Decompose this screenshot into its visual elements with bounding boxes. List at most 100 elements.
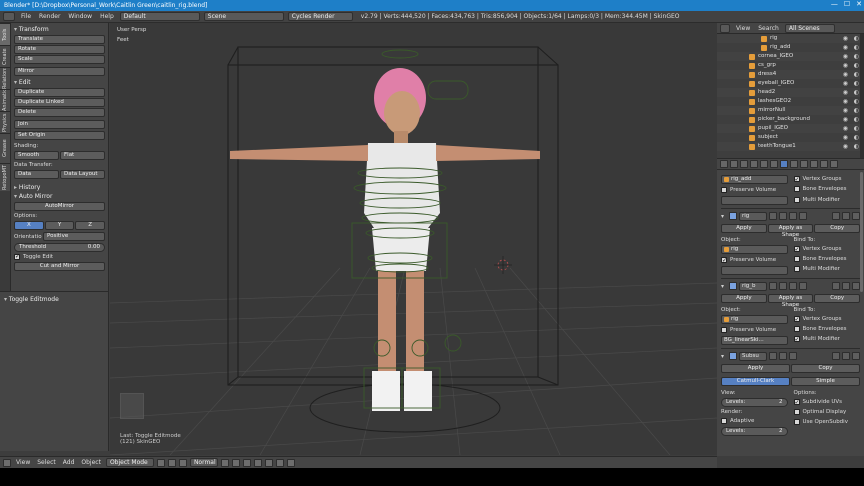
camera-icon[interactable]: ◐ xyxy=(854,43,859,52)
camera-icon[interactable]: ◐ xyxy=(854,97,859,106)
outliner-row[interactable]: rig_add ◉ ◐ xyxy=(717,43,864,52)
edit-mode-toggle-icon[interactable] xyxy=(769,212,777,220)
bone-envelopes-checkbox[interactable]: Bone Envelopes xyxy=(793,254,861,264)
simple-toggle[interactable]: Simple xyxy=(791,377,860,386)
pivot-icon[interactable] xyxy=(167,458,176,467)
edit-mode-toggle-icon[interactable] xyxy=(769,352,777,360)
modifiers-props-icon[interactable] xyxy=(780,160,788,168)
outliner-row[interactable]: mirrorNull ◉ ◐ xyxy=(717,106,864,115)
world-props-icon[interactable] xyxy=(750,160,758,168)
mode-selector[interactable]: Object Mode xyxy=(105,458,154,467)
outliner-scrollbar[interactable] xyxy=(860,34,864,158)
texture-props-icon[interactable] xyxy=(810,160,818,168)
subdivide-uvs-checkbox[interactable]: Subdivide UVs xyxy=(793,397,861,408)
3d-viewport[interactable]: User Persp Feet Last: Toggle Editmode (1… xyxy=(110,23,717,455)
join-button[interactable]: Join xyxy=(14,120,105,129)
axis-y-toggle[interactable]: Y xyxy=(44,221,75,230)
tab-create[interactable]: Create xyxy=(0,45,10,67)
levels-render-field[interactable]: Levels: 2 xyxy=(721,427,788,436)
remove-modifier-icon[interactable] xyxy=(852,282,860,290)
editor-type-icon[interactable] xyxy=(3,458,11,467)
eye-icon[interactable]: ◉ xyxy=(843,70,848,79)
camera-icon[interactable]: ◐ xyxy=(854,142,859,151)
move-down-icon[interactable] xyxy=(842,282,850,290)
collapse-icon[interactable]: ▾ xyxy=(721,213,727,220)
constraints-props-icon[interactable] xyxy=(770,160,778,168)
camera-icon[interactable]: ◐ xyxy=(854,34,859,43)
camera-icon[interactable]: ◐ xyxy=(854,124,859,133)
collapse-icon[interactable]: ▾ xyxy=(721,283,727,290)
copy-button[interactable]: Copy xyxy=(791,364,860,373)
snap-icon[interactable] xyxy=(264,458,273,467)
levels-view-field[interactable]: Levels: 2 xyxy=(721,398,788,407)
eye-icon[interactable]: ◉ xyxy=(843,79,848,88)
proportional-icon[interactable] xyxy=(275,458,284,467)
cage-toggle-icon[interactable] xyxy=(779,282,787,290)
physics-props-icon[interactable] xyxy=(830,160,838,168)
outliner-menu-search[interactable]: Search xyxy=(756,25,781,32)
render-toggle-icon[interactable] xyxy=(789,352,797,360)
minimize-icon[interactable]: — xyxy=(831,1,838,8)
edit-panel-header[interactable]: Edit xyxy=(14,78,105,87)
cut-and-mirror-button[interactable]: Cut and Mirror xyxy=(14,262,105,271)
eye-icon[interactable]: ◉ xyxy=(843,34,848,43)
data-layout-button[interactable]: Data Layout xyxy=(60,170,105,179)
menu-select[interactable]: Select xyxy=(35,459,58,466)
history-panel-header[interactable]: History xyxy=(14,183,105,192)
maximize-icon[interactable]: ☐ xyxy=(844,1,850,8)
translate-button[interactable]: Translate xyxy=(14,35,105,44)
copy-button[interactable]: Copy xyxy=(814,224,861,233)
layer-icon[interactable] xyxy=(253,458,262,467)
tab-tools[interactable]: Tools xyxy=(0,23,10,45)
camera-icon[interactable]: ◐ xyxy=(854,106,859,115)
eye-icon[interactable]: ◉ xyxy=(843,124,848,133)
vertex-groups-checkbox[interactable]: Vertex Groups xyxy=(793,244,861,255)
eye-icon[interactable]: ◉ xyxy=(843,133,848,142)
bone-envelopes-checkbox[interactable]: Bone Envelopes xyxy=(793,324,861,334)
menu-add[interactable]: Add xyxy=(61,459,77,466)
properties-scrollbar[interactable] xyxy=(860,172,863,292)
camera-icon[interactable]: ◐ xyxy=(854,133,859,142)
eye-icon[interactable]: ◉ xyxy=(843,97,848,106)
toggle-edit-checkbox[interactable]: Toggle Edit xyxy=(14,253,105,261)
scene-props-icon[interactable] xyxy=(740,160,748,168)
remove-modifier-icon[interactable] xyxy=(852,352,860,360)
remove-modifier-icon[interactable] xyxy=(852,212,860,220)
axis-x-toggle[interactable]: X xyxy=(14,221,44,230)
editor-type-icon[interactable] xyxy=(720,23,730,33)
camera-icon[interactable]: ◐ xyxy=(854,52,859,61)
apply-as-shape-button[interactable]: Apply as Shape xyxy=(767,224,814,238)
object-field[interactable]: rig_add xyxy=(721,175,788,184)
preserve-volume-checkbox[interactable]: Preserve Volume xyxy=(721,255,788,266)
render-engine-selector[interactable]: Cycles Render xyxy=(287,12,353,21)
flat-button[interactable]: Flat xyxy=(60,151,105,160)
operator-panel-title[interactable]: Toggle Editmode xyxy=(4,295,104,304)
adaptive-checkbox[interactable]: Adaptive xyxy=(721,416,788,426)
camera-icon[interactable]: ◐ xyxy=(854,88,859,97)
preserve-volume-checkbox[interactable]: Preserve Volume xyxy=(721,325,788,335)
vertex-groups-checkbox[interactable]: Vertex Groups xyxy=(793,314,861,325)
outliner-row[interactable]: eyeball_IGEO ◉ ◐ xyxy=(717,79,864,88)
edit-mode-toggle-icon[interactable] xyxy=(769,282,777,290)
menu-object[interactable]: Object xyxy=(79,459,103,466)
auto-mirror-panel-header[interactable]: Auto Mirror xyxy=(14,192,105,201)
eye-icon[interactable]: ◉ xyxy=(843,115,848,124)
apply-button[interactable]: Apply xyxy=(721,294,767,303)
multi-modifier-checkbox[interactable]: Multi Modifier xyxy=(793,264,861,274)
collapse-icon[interactable]: ▾ xyxy=(721,353,727,360)
data-props-icon[interactable] xyxy=(790,160,798,168)
realtime-toggle-icon[interactable] xyxy=(789,212,797,220)
orientation-select[interactable]: Positive xyxy=(43,232,105,241)
scene-selector[interactable]: Scene xyxy=(203,12,284,21)
multi-modifier-checkbox[interactable]: Multi Modifier xyxy=(793,334,861,345)
outliner-row[interactable]: pupil_IGEO ◉ ◐ xyxy=(717,124,864,133)
realtime-toggle-icon[interactable] xyxy=(779,352,787,360)
outliner-filter-select[interactable]: All Scenes xyxy=(784,23,835,33)
bone-envelopes-checkbox[interactable]: Bone Envelopes xyxy=(793,184,861,194)
catmull-clark-toggle[interactable]: Catmull-Clark xyxy=(721,377,790,386)
eye-icon[interactable]: ◉ xyxy=(843,52,848,61)
camera-icon[interactable]: ◐ xyxy=(854,61,859,70)
transform-panel-header[interactable]: Transform xyxy=(14,25,105,34)
tab-grease-pencil[interactable]: Grease Pencil xyxy=(0,133,10,163)
tab-animation[interactable]: Animation xyxy=(0,89,10,111)
